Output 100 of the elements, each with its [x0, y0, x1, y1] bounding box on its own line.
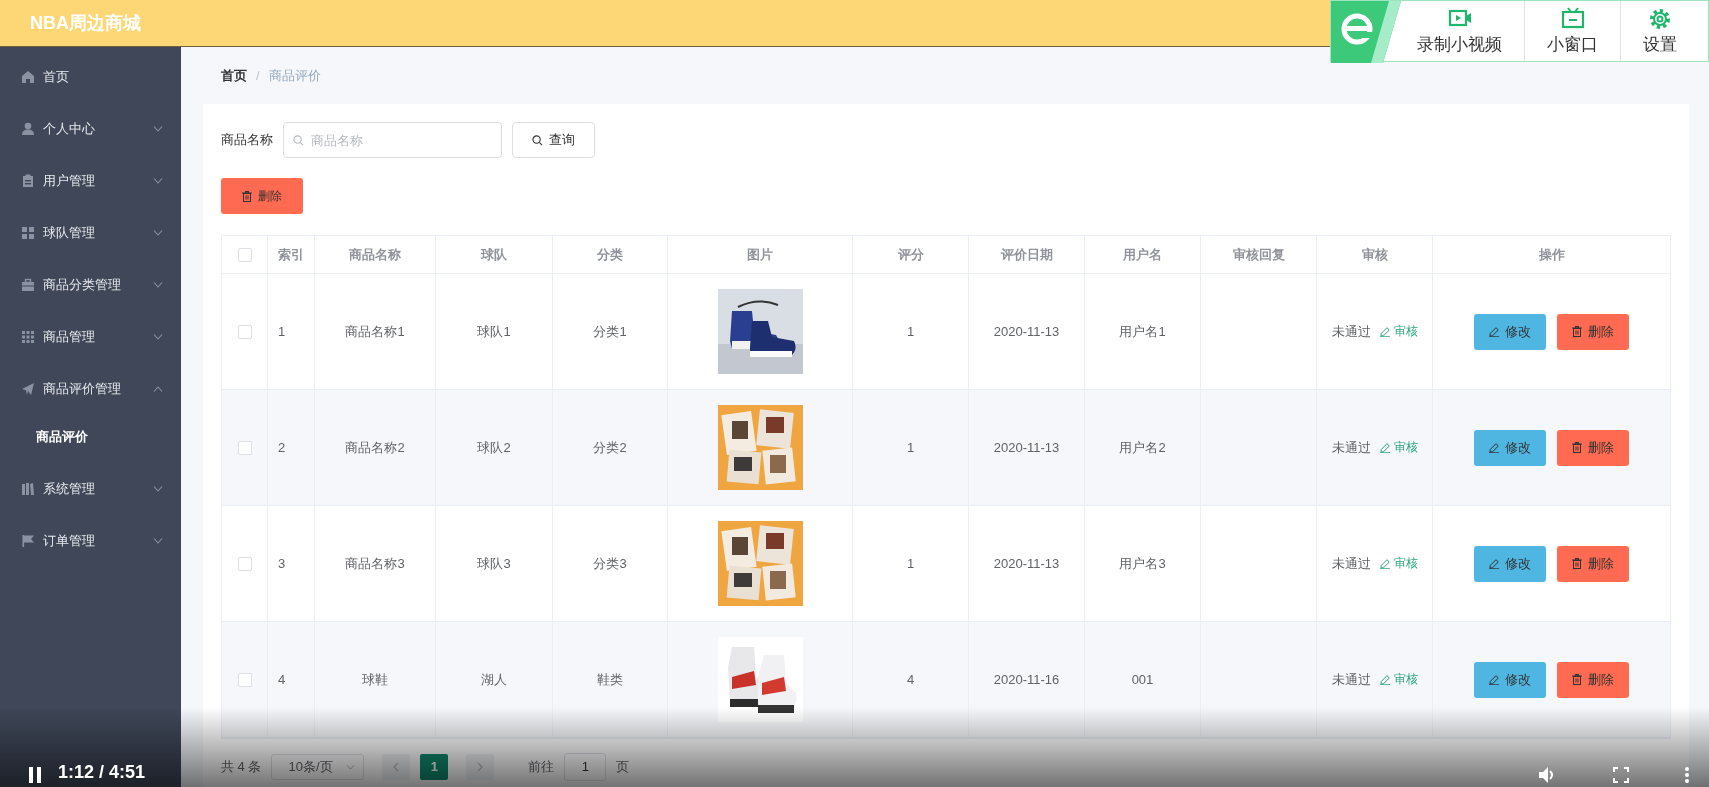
pencil-icon [1379, 674, 1390, 685]
app-title: NBA周边商城 [30, 12, 141, 35]
trash-icon [1572, 674, 1582, 685]
pause-icon[interactable] [28, 767, 42, 783]
table-cell: 2020-11-13 [969, 390, 1085, 505]
checkbox[interactable] [237, 324, 252, 339]
chevron-left-icon [393, 762, 400, 772]
table-cell: 1 [853, 506, 969, 621]
column-header: 球队 [436, 236, 553, 273]
books-icon [21, 482, 35, 496]
sidebar-item[interactable]: 用户管理 [0, 155, 181, 207]
previous-page-button[interactable] [382, 754, 411, 780]
table-cell: 2020-11-13 [969, 506, 1085, 621]
table-cell: 用户名3 [1085, 506, 1201, 621]
search-label: 商品名称 [221, 131, 273, 149]
table-cell: 2020-11-13 [969, 274, 1085, 389]
page-input[interactable]: 1 [564, 753, 607, 781]
table-cell: 商品名称2 [315, 390, 436, 505]
column-header: 操作 [1537, 245, 1566, 264]
fullscreen-icon[interactable] [1613, 767, 1629, 783]
review-link[interactable]: 审核 [1379, 439, 1418, 456]
table-cell: 001 [1085, 622, 1201, 737]
delete-button[interactable]: 删除 [1557, 661, 1629, 698]
column-header: 审核 [1317, 236, 1433, 273]
table-cell: 球队1 [436, 274, 553, 389]
chevron-right-icon [477, 762, 484, 772]
sidebar-item[interactable]: 系统管理 [0, 463, 181, 515]
delete-button[interactable]: 删除 [221, 178, 303, 214]
table-cell: 分类1 [553, 274, 668, 389]
table-cell: 2 [268, 390, 315, 505]
column-header: 索引 [268, 236, 315, 273]
settings-icon [1648, 6, 1672, 29]
edit-button[interactable]: 修改 [1474, 545, 1546, 582]
breadcrumb-link[interactable]: 首页 [221, 66, 247, 85]
table-cell: 用户名1 [1085, 274, 1201, 389]
table-cell: 1 [268, 274, 315, 389]
table-cell: 3 [268, 506, 315, 621]
tv-icon [1560, 6, 1585, 29]
column-header: 评分 [853, 236, 969, 273]
column-header: 图片 [668, 236, 853, 273]
checkbox[interactable] [237, 247, 252, 262]
pencil-icon [1379, 326, 1390, 337]
delete-button[interactable]: 删除 [1557, 545, 1629, 582]
flag-icon [21, 534, 35, 548]
pencil-icon [1489, 442, 1499, 453]
column-header: 用户名 [1085, 236, 1201, 273]
review-link[interactable]: 审核 [1379, 671, 1418, 688]
column-header: 分类 [553, 236, 668, 273]
table-cell: 2020-11-16 [969, 622, 1085, 737]
sidebar-item[interactable]: 个人中心 [0, 103, 181, 155]
table-cell: 4 [853, 622, 969, 737]
sidebar-item[interactable]: 订单管理 [0, 515, 181, 567]
table-cell: 分类3 [553, 506, 668, 621]
recorder-button[interactable]: 小窗口 [1525, 1, 1621, 61]
search-field[interactable]: 商品名称 [283, 122, 502, 158]
column-header: 商品名称 [315, 236, 436, 273]
checkbox[interactable] [237, 556, 252, 571]
status-text: 未通过 [1331, 554, 1371, 573]
table-cell: 鞋类 [553, 622, 668, 737]
sidebar-subitem[interactable]: 商品评价 [0, 415, 181, 459]
edit-button[interactable]: 修改 [1474, 661, 1546, 698]
search-icon [532, 134, 543, 146]
page-size-select[interactable]: 10条/页 [271, 754, 365, 780]
review-link[interactable]: 审核 [1379, 555, 1418, 572]
status-text: 未通过 [1331, 670, 1371, 689]
next-page-button[interactable] [466, 754, 495, 780]
recorder-button[interactable]: 设置 [1621, 1, 1699, 61]
status-text: 未通过 [1331, 438, 1371, 457]
pencil-icon [1489, 674, 1499, 685]
column-header: 审核回复 [1201, 236, 1317, 273]
edit-button[interactable]: 修改 [1474, 313, 1546, 350]
sidebar-item[interactable]: 商品管理 [0, 311, 181, 363]
chevron-down-icon [346, 764, 356, 770]
table-cell: 用户名2 [1085, 390, 1201, 505]
briefcase-icon [21, 278, 35, 292]
sidebar-item[interactable]: 球队管理 [0, 207, 181, 259]
clipboard-icon [21, 174, 35, 188]
checkbox[interactable] [237, 440, 252, 455]
sidebar-item[interactable]: 商品分类管理 [0, 259, 181, 311]
edit-button[interactable]: 修改 [1474, 429, 1546, 466]
review-link[interactable]: 审核 [1379, 323, 1418, 340]
sidebar-item[interactable]: 商品评价管理 [0, 363, 181, 415]
page-number[interactable]: 1 [420, 754, 449, 780]
pencil-icon [1379, 442, 1390, 453]
sidebar-item[interactable]: 首页 [0, 51, 181, 103]
more-icon[interactable] [1685, 767, 1689, 783]
checkbox[interactable] [237, 672, 252, 687]
user-icon [21, 122, 35, 136]
delete-button[interactable]: 删除 [1557, 429, 1629, 466]
table-cell: 1 [853, 274, 969, 389]
search-icon [293, 135, 304, 146]
recorder-button[interactable]: 录制小视频 [1401, 1, 1525, 61]
trash-icon [242, 190, 252, 202]
table-cell: 1 [853, 390, 969, 505]
trash-icon [1572, 558, 1582, 569]
grid-icon [21, 226, 35, 240]
pencil-icon [1489, 558, 1499, 569]
delete-button[interactable]: 删除 [1557, 313, 1629, 350]
pencil-icon [1489, 326, 1499, 337]
query-button[interactable]: 查询 [512, 122, 595, 158]
